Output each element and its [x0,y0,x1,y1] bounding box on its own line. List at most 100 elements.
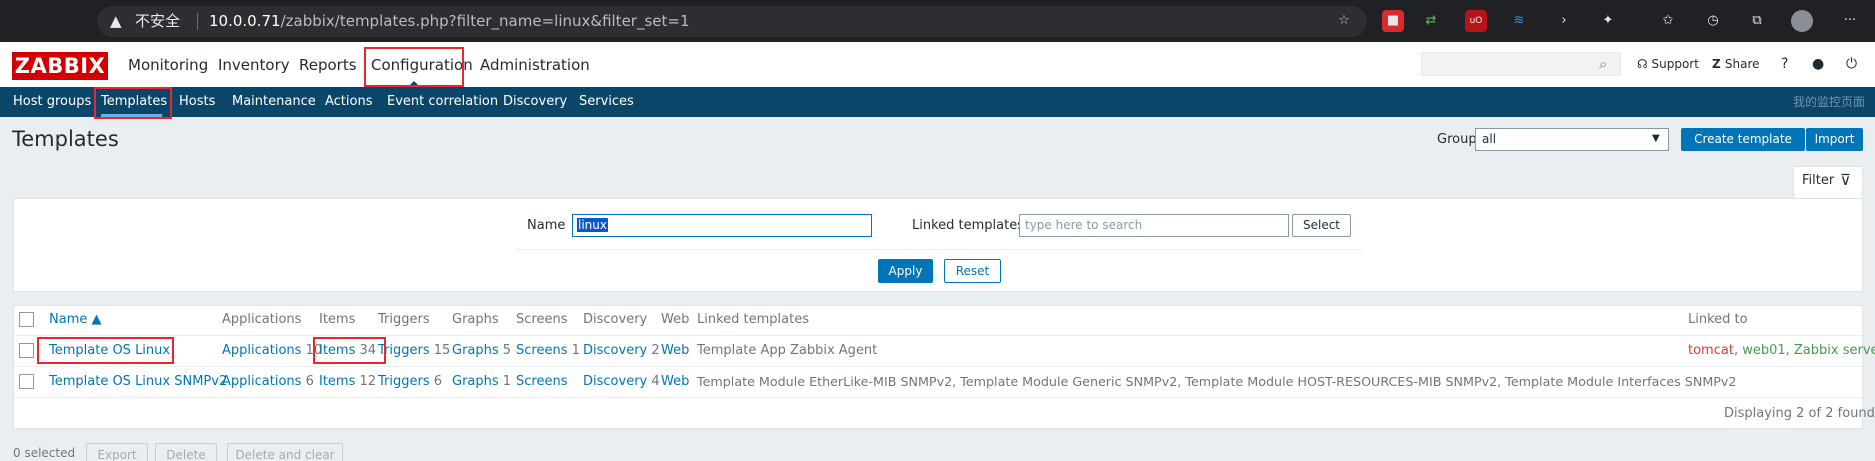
filter-name-value: linux [577,218,608,232]
submenu-discovery[interactable]: Discovery [503,93,567,111]
graphs-count: 1 [502,374,512,389]
selected-count: 0 selected [13,446,76,460]
group-label: Group [1437,132,1477,147]
submenu-services[interactable]: Services [579,93,634,111]
row-divider [14,366,1862,367]
header-name[interactable]: Name ▲ [49,310,101,330]
graphs-link[interactable]: Graphs 5 [452,341,511,361]
insecure-label[interactable]: 不安全 [135,8,180,34]
header-discovery: Discovery [583,312,648,327]
address-divider [197,13,198,30]
row-checkbox[interactable] [19,374,34,389]
warning-icon[interactable]: ▲ [110,8,122,34]
history-icon[interactable]: ◷ [1702,10,1724,32]
support-label: Support [1651,57,1699,71]
header-screens: Screens [516,312,568,327]
add-favorite-icon[interactable]: ☆ [1333,10,1355,32]
page-title: Templates [12,127,119,151]
create-template-button[interactable]: Create template [1681,128,1805,151]
menu-administration[interactable]: Administration [480,54,590,76]
triggers-link[interactable]: Triggers 6 [378,372,442,392]
applications-link[interactable]: Applications 6 [222,372,314,392]
export-button[interactable]: Export [86,443,148,461]
pagination-summary: Displaying 2 of 2 found [1724,406,1875,421]
web-link[interactable]: Web [661,341,689,361]
submenu-event-correlation[interactable]: Event correlation [387,93,498,111]
search-icon[interactable]: ⌕ [1599,53,1607,75]
header-web: Web [661,312,690,327]
share-label: Share [1724,57,1760,71]
filter-name-label: Name [527,218,566,233]
url-path: /zabbix/templates.php?filter_name=linux&… [280,12,690,30]
select-button[interactable]: Select [1292,214,1351,237]
url-text[interactable]: 10.0.0.71/zabbix/templates.php?filter_na… [209,8,690,34]
extension-red-icon[interactable]: ■ [1382,10,1404,32]
linked-to-list: tomcat, web01, Zabbix server [1688,341,1875,361]
web-link[interactable]: Web [661,372,689,392]
submenu-actions[interactable]: Actions [325,93,373,111]
linked-host-link[interactable]: tomcat [1688,343,1734,358]
delete-button[interactable]: Delete [155,443,217,461]
discovery-label: Discovery [583,374,648,389]
submenu-hosts[interactable]: Hosts [179,93,215,111]
linked-templates-search-input[interactable]: type here to search [1019,214,1289,237]
linked-template-link[interactable]: Template App Zabbix Agent [697,341,877,361]
url-host: 10.0.0.71 [209,12,281,30]
screens-label: Screens [516,343,568,358]
linked-templates-list[interactable]: Template Module EtherLike-MIB SNMPv2, Te… [697,372,1737,392]
filter-linked-templates-label: Linked templates [912,218,1024,233]
global-search-input[interactable] [1421,52,1621,76]
support-link[interactable]: ☊ Support [1637,55,1699,73]
extension-wave-icon[interactable]: ≋ [1508,10,1530,32]
import-button[interactable]: Import [1806,128,1863,151]
applications-label: Applications [222,374,302,389]
help-link[interactable]: ? [1781,55,1788,73]
discovery-link[interactable]: Discovery 2 [583,341,660,361]
favorites-icon[interactable]: ✩ [1657,10,1679,32]
linked-host-link[interactable]: Zabbix server [1794,343,1875,358]
submenu-host-groups[interactable]: Host groups [13,93,91,111]
my-monitor-page-link[interactable]: 我的监控页面 [1793,93,1865,111]
menu-reports[interactable]: Reports [299,54,357,76]
graphs-link[interactable]: Graphs 1 [452,372,511,392]
share-link[interactable]: Z Share [1712,55,1760,73]
extension-sync-icon[interactable]: ⇄ [1420,10,1442,32]
zabbix-logo[interactable]: ZABBIX [12,52,108,80]
applications-link[interactable]: Applications 10 [222,341,322,361]
submenu-maintenance[interactable]: Maintenance [232,93,316,111]
profile-avatar[interactable] [1791,10,1813,32]
user-profile-icon[interactable]: ● [1812,55,1824,73]
highlight-configuration [364,47,464,87]
screens-link[interactable]: Screens 1 [516,341,580,361]
highlight-template-os-linux [37,337,174,364]
graphs-count: 5 [502,343,512,358]
share-icon: Z [1712,57,1725,71]
apply-button[interactable]: Apply [878,259,933,283]
discovery-count: 2 [651,343,660,358]
graphs-label: Graphs [452,374,499,389]
row-checkbox[interactable] [19,343,34,358]
template-name-link[interactable]: Template OS Linux SNMPv2 [49,372,227,392]
discovery-link[interactable]: Discovery 4 [583,372,660,392]
extension-puzzle-icon[interactable]: ✦ [1597,10,1619,32]
row-divider [14,397,1862,398]
linked-host-link[interactable]: web01 [1742,343,1785,358]
applications-count: 6 [305,374,314,389]
discovery-label: Discovery [583,343,648,358]
menu-monitoring[interactable]: Monitoring [128,54,208,76]
triggers-link[interactable]: Triggers 15 [378,341,450,361]
delete-and-clear-button[interactable]: Delete and clear [227,443,343,461]
ublock-icon[interactable]: uO [1465,10,1487,32]
header-linked-to: Linked to [1688,312,1748,327]
screens-link[interactable]: Screens [516,372,567,392]
sign-out-icon[interactable]: ⏻ [1846,55,1857,73]
items-link[interactable]: Items 12 [319,372,376,392]
group-select[interactable]: all [1475,128,1669,151]
reset-button[interactable]: Reset [944,259,1001,283]
extension-arrow-icon[interactable]: › [1553,10,1575,32]
menu-inventory[interactable]: Inventory [218,54,290,76]
select-all-checkbox[interactable] [19,312,34,327]
collections-icon[interactable]: ⧉ [1746,10,1768,32]
filter-name-input[interactable]: linux [572,214,872,237]
more-icon[interactable]: ··· [1839,10,1861,32]
